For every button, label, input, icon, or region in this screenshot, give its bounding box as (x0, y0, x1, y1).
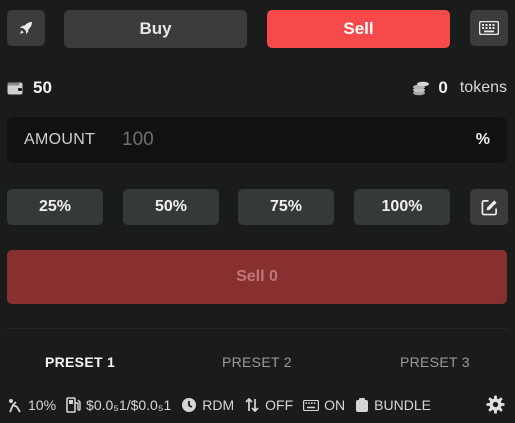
edit-icon (481, 199, 497, 215)
settings-footer: 10% $0.0₅1/$0.0₅1 RDM OFF ON BUNDLE (7, 395, 507, 415)
percent-75-button[interactable]: 75% (238, 189, 334, 225)
slippage-value: 10% (28, 397, 57, 413)
amount-field[interactable]: AMOUNT % (7, 117, 507, 163)
mev-setting[interactable]: OFF (244, 397, 293, 413)
amount-input[interactable] (122, 125, 452, 155)
rdm-value: RDM (202, 397, 235, 413)
fee-value: $0.0₅1/$0.0₅1 (86, 397, 172, 413)
amount-label: AMOUNT (24, 131, 96, 148)
wallet-icon (7, 82, 23, 95)
token-unit: tokens (459, 79, 507, 96)
preset-tab-1[interactable]: PRESET 1 (45, 354, 115, 370)
gear-icon (486, 395, 505, 414)
keyboard-icon (479, 21, 499, 35)
buy-tab[interactable]: Buy (64, 10, 247, 48)
rocket-icon (20, 22, 32, 34)
bundle-icon (356, 398, 369, 412)
coins-icon (413, 81, 430, 96)
rdm-setting[interactable]: RDM (181, 397, 234, 413)
keyboard-setting[interactable]: ON (303, 397, 345, 413)
settings-button[interactable] (486, 395, 505, 419)
token-balance: 0 (438, 78, 448, 97)
edit-presets-button[interactable] (470, 189, 508, 225)
wallet-balance: 50 (33, 78, 52, 97)
gas-pump-icon (66, 397, 81, 413)
preset-tab-2[interactable]: PRESET 2 (222, 354, 292, 370)
divider (7, 328, 507, 329)
rocket-button[interactable] (7, 10, 45, 46)
clock-icon (182, 398, 197, 412)
sell-tab[interactable]: Sell (267, 10, 450, 48)
trade-panel: Buy Sell 50 0 tokens AMOUNT 100 % 25% 50… (0, 0, 515, 423)
keyboard-button[interactable] (470, 10, 508, 46)
arrows-up-down-icon (245, 397, 259, 413)
bundle-value: BUNDLE (374, 397, 431, 413)
preset-tab-3[interactable]: PRESET 3 (400, 354, 470, 370)
amount-unit: % (475, 131, 490, 148)
slippage-setting[interactable]: 10% (7, 397, 56, 413)
keyboard-icon (303, 399, 320, 411)
bundle-setting[interactable]: BUNDLE (355, 397, 431, 413)
percent-100-button[interactable]: 100% (354, 189, 450, 225)
mev-value: OFF (265, 397, 294, 413)
slippage-icon (9, 399, 21, 413)
fee-setting[interactable]: $0.0₅1/$0.0₅1 (66, 397, 171, 413)
sell-submit-button[interactable]: Sell 0 (7, 250, 507, 304)
percent-50-button[interactable]: 50% (123, 189, 219, 225)
percent-25-button[interactable]: 25% (7, 189, 103, 225)
balance-row: 50 0 tokens (7, 78, 507, 100)
keyboard-value: ON (324, 397, 346, 413)
